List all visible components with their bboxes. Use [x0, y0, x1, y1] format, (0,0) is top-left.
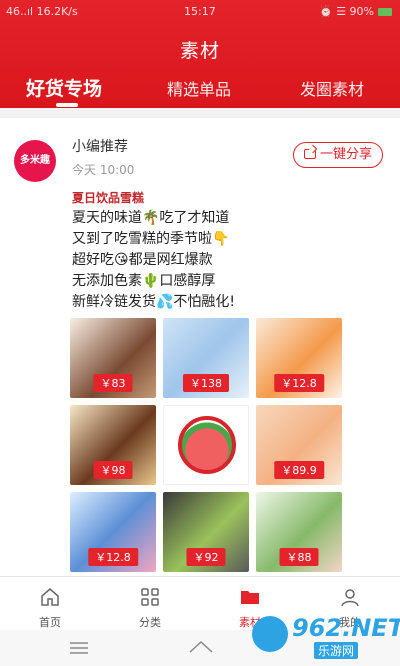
post-author: 小编推荐: [72, 139, 128, 155]
post-time: 今天 10:00: [72, 163, 135, 177]
page-title: 素材: [179, 40, 220, 62]
watermark-text: 962.NET: [292, 614, 400, 642]
user-icon: [341, 589, 359, 607]
battery-icon: [378, 8, 392, 16]
watermelon-ice-cream-image: [178, 416, 236, 474]
one-click-share-button[interactable]: 一键分享: [293, 142, 383, 168]
product-image-grid: ￥83 ￥138 ￥12.8 ￥98 ￥89.9 ￥12.8 ￥92 ￥88: [70, 318, 342, 573]
avatar[interactable]: 多米趣: [14, 140, 56, 182]
watermark-logo: 962.NET 乐游网: [252, 612, 400, 662]
price-tag: ￥12.8: [88, 548, 138, 566]
tab-good-goods[interactable]: 好货专场: [26, 74, 102, 101]
watermark-logo-icon: [252, 616, 288, 652]
price-tag: ￥92: [186, 548, 226, 566]
home-chevron-icon[interactable]: [188, 638, 214, 656]
post-body[interactable]: 夏天的味道🌴吃了才知道 又到了吃雪糕的季节啦👇 超好吃😘都是网红爆款 无添加色素…: [72, 208, 382, 313]
product-image[interactable]: ￥88: [256, 492, 342, 572]
post-line: 超好吃😘都是网红爆款: [72, 252, 213, 268]
post-line: 又到了吃雪糕的季节啦👇: [72, 231, 230, 247]
price-tag: ￥138: [183, 374, 229, 392]
product-image-watermelon[interactable]: [163, 405, 249, 485]
folder-icon: [241, 591, 259, 604]
post-line: 无添加色素🌵口感醇厚: [72, 273, 216, 289]
status-signal: 46..ıl 16.2K/s: [6, 5, 78, 18]
nav-label: 首页: [39, 616, 61, 629]
product-image[interactable]: ￥83: [70, 318, 156, 398]
tab-bar: 好货专场 精选单品 发圈素材: [0, 72, 400, 108]
price-tag: ￥12.8: [274, 374, 324, 392]
status-indicators: ⏰ ☰ 90%: [319, 5, 392, 18]
top-header: 46..ıl 16.2K/s 15:17 ⏰ ☰ 90% 素材 好货专场 精选单…: [0, 0, 400, 108]
status-time: 15:17: [184, 5, 216, 18]
post-line: 新鲜冷链发货💦不怕融化!: [72, 294, 236, 310]
product-image[interactable]: ￥89.9: [256, 405, 342, 485]
share-label: 一键分享: [320, 147, 373, 162]
post-title: 夏日饮品雪糕: [72, 191, 145, 205]
price-tag: ￥89.9: [274, 461, 324, 479]
price-tag: ￥83: [93, 374, 133, 392]
nav-label: 分类: [139, 616, 161, 629]
product-image[interactable]: ￥12.8: [70, 492, 156, 572]
product-image[interactable]: ￥12.8: [256, 318, 342, 398]
product-image[interactable]: ￥92: [163, 492, 249, 572]
section-divider: [0, 108, 400, 118]
home-icon: [41, 588, 59, 606]
nav-home[interactable]: 首页: [0, 577, 100, 631]
nav-category[interactable]: 分类: [100, 577, 200, 631]
product-image[interactable]: ￥138: [163, 318, 249, 398]
post-line: 夏天的味道🌴吃了才知道: [72, 210, 230, 226]
product-image[interactable]: ￥98: [70, 405, 156, 485]
tab-moments-material[interactable]: 发圈素材: [300, 76, 364, 100]
status-bar: 46..ıl 16.2K/s 15:17 ⏰ ☰ 90%: [0, 0, 400, 24]
tab-active-indicator: [56, 103, 78, 107]
watermark-subtext: 乐游网: [314, 642, 359, 659]
menu-icon[interactable]: [68, 640, 90, 656]
tab-selected-items[interactable]: 精选单品: [167, 76, 231, 100]
share-icon: [304, 149, 316, 159]
post-card: 多米趣 小编推荐 今天 10:00 一键分享 夏日饮品雪糕 夏天的味道🌴吃了才知…: [0, 108, 400, 576]
price-tag: ￥98: [93, 461, 133, 479]
grid-icon: [141, 588, 159, 606]
price-tag: ￥88: [279, 548, 319, 566]
